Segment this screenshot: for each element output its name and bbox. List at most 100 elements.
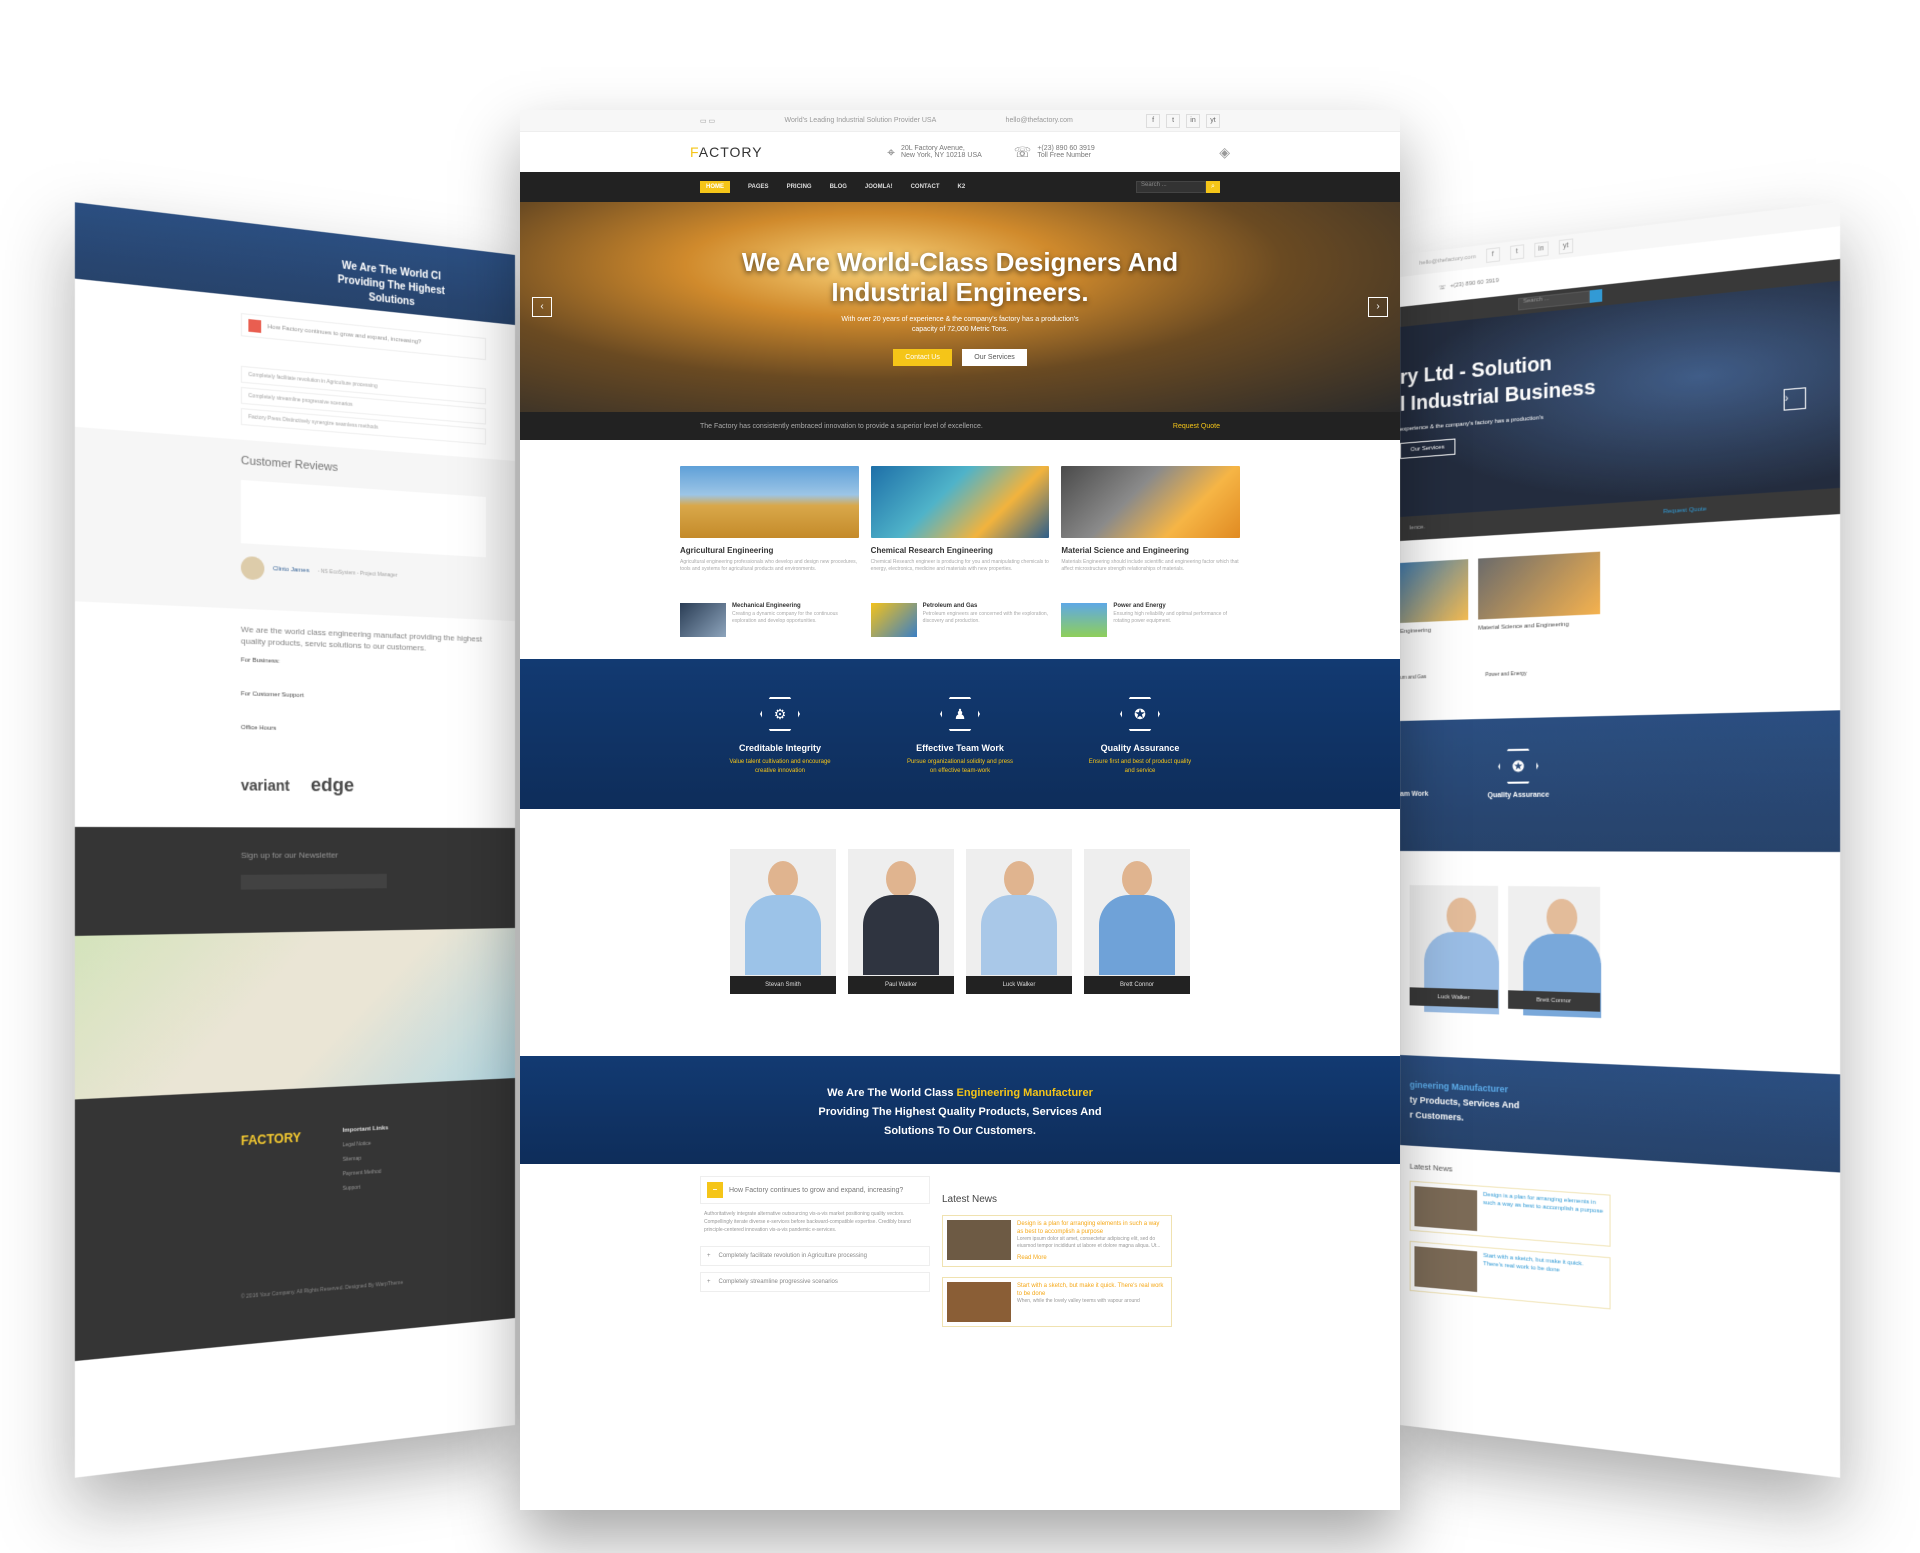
accordion-item[interactable]: + Completely facilitate revolution in Agr… [700, 1246, 930, 1266]
service-card[interactable]: Petroleum and Gas Petroleum engineers are… [870, 603, 1050, 637]
news-item-title: Design is a plan for arranging elements … [1017, 1221, 1160, 1235]
news-item[interactable]: Start with a sketch, but make it quick. … [942, 1277, 1172, 1327]
service-card[interactable]: Power and Energy Ensuring high reliabilit… [1061, 603, 1240, 637]
news-item-title[interactable]: Start with a sketch, but make it quick. … [1483, 1252, 1605, 1304]
facebook-icon[interactable]: f [1485, 247, 1500, 264]
left-accordion-open[interactable]: How Factory continues to grow and expand… [240, 312, 486, 361]
facebook-icon[interactable]: f [1146, 113, 1161, 128]
team-member-head [768, 861, 798, 897]
service-text: Petroleum engineers are concerned with t… [922, 611, 1049, 624]
nav-k2[interactable]: K2 [957, 184, 965, 190]
services: Agricultural Engineering Agricultural en… [520, 440, 1400, 573]
next-arrow-icon[interactable]: › [1368, 297, 1388, 317]
team-member[interactable]: Luck Walker [966, 849, 1072, 994]
team-member[interactable]: Paul Walker [848, 849, 954, 994]
service-image [870, 466, 1050, 538]
address-line: New York, NY 10218 USA [900, 152, 982, 159]
banner-text: We Are The World Class [827, 1087, 957, 1099]
service-card[interactable]: Mechanical Engineering Creating a dynamic… [680, 603, 859, 637]
footer-link[interactable]: Legal Notice [342, 1140, 388, 1149]
feature: ✪ Quality Assurance Ensure first and bes… [1085, 697, 1195, 809]
next-arrow-icon[interactable]: › [1783, 387, 1807, 411]
accordion-item[interactable]: + Completely streamline progressive scena… [700, 1272, 930, 1292]
news-item-text: When, while the lovely valley teems with… [1017, 1298, 1140, 1304]
service-text: Materials Engineering should include sci… [1061, 559, 1239, 572]
service-title: Power and Energy [1113, 603, 1166, 609]
feature-title: Creditable Integrity [738, 743, 821, 753]
service-title: Mechanical Engineering [732, 603, 801, 609]
nav-joomla[interactable]: JOOMLA! [865, 184, 893, 190]
nav-pricing[interactable]: PRICING [787, 184, 812, 190]
search-icon[interactable]: ⌕ [1206, 181, 1220, 193]
phone-label: Toll Free Number [1037, 152, 1091, 159]
twitter-icon[interactable]: t [1509, 244, 1524, 261]
news-item-title[interactable]: Design is a plan for arranging elements … [1483, 1191, 1605, 1241]
language-flags[interactable]: ▭ ▭ [700, 117, 715, 125]
variant-logo: variant [240, 776, 290, 794]
left-page-preview: We Are The World Cl Providing The Highes… [74, 202, 516, 1478]
footer-link[interactable]: Support [342, 1183, 388, 1192]
main-page-preview: ▭ ▭ World's Leading Industrial Solution … [520, 110, 1400, 1510]
team-member[interactable]: Brett Connor [1508, 885, 1602, 1019]
strip-text: The Factory has consistently embraced in… [700, 422, 983, 430]
youtube-icon[interactable]: yt [1558, 238, 1573, 255]
phone-number: +(23) 890 60 3919 [1037, 145, 1095, 152]
service-card[interactable]: Agricultural Engineering Agricultural en… [680, 466, 859, 573]
service-text: Agricultural engineering professionals w… [680, 559, 858, 572]
our-services-button[interactable]: Our Services [1400, 438, 1456, 459]
reviewer-name: Clinto James [272, 566, 310, 575]
quote-icon[interactable]: ◈ [1219, 144, 1230, 161]
nav-contact[interactable]: CONTACT [911, 184, 940, 190]
phone-text: +(23) 890 60 3919 [1450, 277, 1499, 290]
request-quote-link[interactable]: Request Quote [1663, 506, 1706, 515]
banner-text: Providing The Highest Quality Products, … [818, 1106, 1102, 1118]
team-member[interactable]: Brett Connor [1084, 849, 1190, 994]
accordion-open-item[interactable]: – How Factory continues to grow and expan… [700, 1176, 930, 1204]
read-more-link[interactable]: Read More [1017, 1254, 1167, 1262]
feature-title: Effective Team Work [916, 743, 1004, 753]
nav-home[interactable]: HOME [700, 181, 730, 193]
linkedin-icon[interactable]: in [1186, 113, 1201, 128]
team-member-name: Luck Walker [966, 976, 1072, 994]
mission-banner: We Are The World Class Engineering Manuf… [520, 1056, 1400, 1164]
nav-pages[interactable]: PAGES [748, 184, 769, 190]
accordion-item-label: Factory Press Distinctively synergize se… [248, 413, 379, 431]
service-card[interactable]: Material Science and Engineering Materia… [1061, 466, 1241, 573]
logo[interactable]: FACTORY [690, 144, 763, 160]
hero-subtitle: With over 20 years of experience & the c… [841, 316, 1079, 323]
footer-link[interactable]: Sitemap [342, 1154, 388, 1163]
feature-text: Ensure first and best of product quality… [1088, 759, 1192, 774]
news-item[interactable]: Design is a plan for arranging elements … [942, 1215, 1172, 1267]
search-icon[interactable] [1589, 289, 1603, 303]
team-member-name: Luck Walker [1409, 987, 1499, 1009]
accordion-text: Authoritatively integrate alternative ou… [704, 1211, 911, 1233]
search-input[interactable]: Search ... [1136, 181, 1206, 193]
twitter-icon[interactable]: t [1166, 113, 1181, 128]
client-logos: variant edge [75, 728, 515, 798]
footer-link[interactable]: Payment Method [342, 1168, 388, 1178]
service-card[interactable]: Chemical Research Engineering Chemical R… [870, 466, 1050, 573]
team-member[interactable]: Stevan Smith [730, 849, 836, 994]
request-quote-link[interactable]: Request Quote [1173, 423, 1220, 430]
newsletter-input[interactable] [240, 873, 387, 890]
right-page-preview: hello@thefactory.com f t in yt ☏ +(23) 890 6… [1400, 202, 1841, 1478]
youtube-icon[interactable]: yt [1205, 113, 1220, 128]
our-services-button[interactable]: Our Services [962, 349, 1027, 366]
service-text: Chemical Research engineer is producing … [870, 559, 1049, 572]
map[interactable] [74, 928, 516, 1100]
service-title: Petroleum and Gas [922, 603, 978, 609]
banner-text: Solutions To Our Customers. [884, 1125, 1036, 1137]
prev-arrow-icon[interactable]: ‹ [532, 297, 552, 317]
team-member-name: Paul Walker [848, 976, 954, 994]
nav-blog[interactable]: BLOG [830, 184, 847, 190]
contact-us-button[interactable]: Contact Us [893, 349, 952, 366]
team-member[interactable]: Luck Walker [1409, 885, 1500, 1015]
service2-title: Power and Energy [1485, 670, 1527, 679]
review-card [240, 479, 486, 558]
main-nav: HOME PAGES PRICING BLOG JOOMLA! CONTACT … [520, 172, 1400, 202]
topbar: ▭ ▭ World's Leading Industrial Solution … [520, 110, 1400, 132]
linkedin-icon[interactable]: in [1533, 241, 1549, 258]
news-image [1414, 1186, 1478, 1232]
team-member-name: Brett Connor [1508, 990, 1601, 1012]
hero-slider: We Are World-Class Designers And Industri… [520, 202, 1400, 412]
